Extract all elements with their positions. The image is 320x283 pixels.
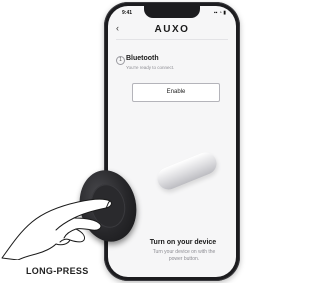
brand-logo: AUXO (154, 24, 190, 35)
illustration-stage: 9:41 ▪▪ ◔ ▮ ‹ AUXO 1 Bluetooth You're re… (0, 0, 244, 283)
status-time: 9:41 (122, 10, 133, 16)
instruction-subtitle: Turn your device on with the power butto… (134, 249, 234, 263)
enable-button[interactable]: Enable (132, 83, 220, 102)
device-image (154, 149, 220, 193)
bluetooth-title: Bluetooth (126, 55, 159, 62)
hand-illustration (1, 198, 112, 260)
long-press-caption: LONG-PRESS (26, 266, 89, 276)
step-number-badge: 1 (116, 56, 125, 65)
status-icons: ▪▪ ◔ ▮ (213, 10, 226, 16)
instruction-title: Turn on your device (149, 239, 217, 246)
header-divider (116, 39, 228, 40)
phone-notch (144, 6, 200, 18)
bluetooth-subtitle: You're ready to connect. (126, 65, 175, 70)
instruction-subtitle-line1: Turn your device on with the (152, 249, 216, 255)
instruction-subtitle-line2: power button. (168, 256, 200, 262)
